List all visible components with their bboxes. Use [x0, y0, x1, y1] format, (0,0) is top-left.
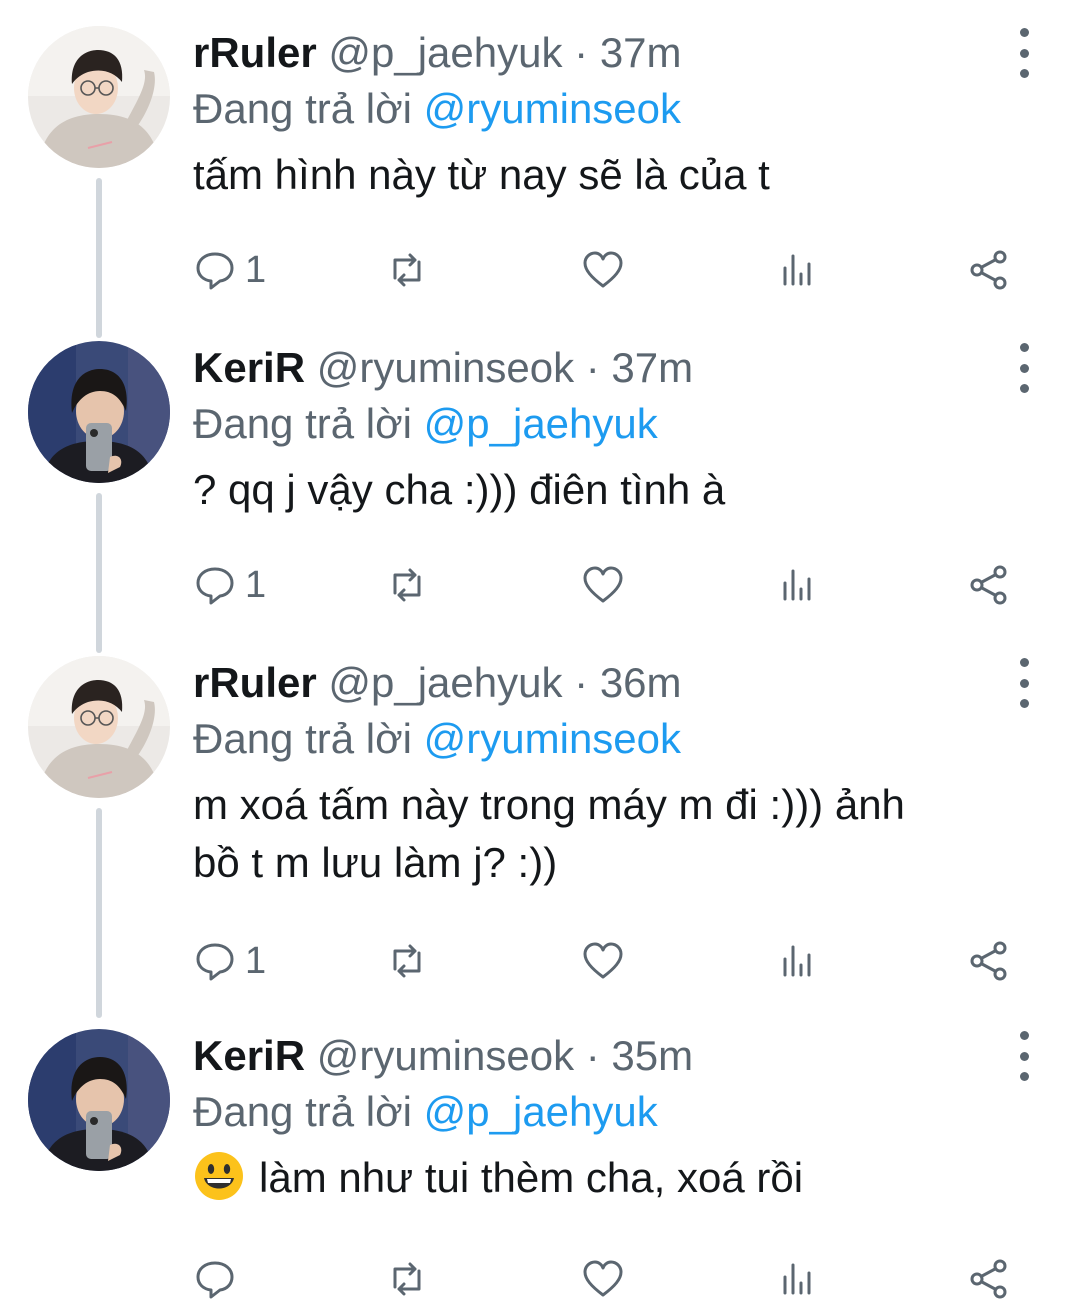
views-icon: [783, 254, 811, 286]
reply-prefix: Đang trả lời: [193, 400, 412, 447]
tweet-header: KeriR @ryuminseok · 37m: [193, 341, 1033, 395]
tweet-text: tấm hình này từ nay sẽ là của t: [193, 151, 770, 198]
reply-icon: [196, 943, 234, 981]
tweet-text: ? qq j vậy cha :))) điên tình à: [193, 466, 726, 513]
avatar-rruler: [28, 26, 170, 168]
reply-context: Đang trả lời @ryuminseok: [193, 710, 1033, 768]
retweet-button[interactable]: [385, 244, 429, 296]
tweet-text-line: bồ t m lưu làm j? :)): [193, 839, 558, 886]
mention-link[interactable]: @p_jaehyuk: [424, 1088, 658, 1135]
avatar[interactable]: [28, 341, 170, 483]
mention-link[interactable]: @ryuminseok: [424, 85, 681, 132]
display-name[interactable]: KeriR: [193, 344, 305, 391]
tweet-text: m xoá tấm này trong máy m đi :))) ảnh bồ…: [193, 776, 1033, 892]
mention-link[interactable]: @p_jaehyuk: [424, 400, 658, 447]
reply-prefix: Đang trả lời: [193, 85, 412, 132]
tweet[interactable]: rRuler @p_jaehyuk · 36m Đang trả lời @ry…: [0, 630, 1080, 1010]
reply-icon: [196, 567, 234, 605]
like-icon: [583, 942, 623, 979]
avatar-kerir: [28, 341, 170, 483]
reply-icon: [196, 1261, 234, 1299]
reply-button[interactable]: [193, 1253, 245, 1305]
action-bar: [193, 1253, 1023, 1305]
avatar-kerir: [28, 1029, 170, 1171]
tweet[interactable]: KeriR @ryuminseok · 37m Đang trả lời @p_…: [0, 315, 1080, 635]
share-button[interactable]: [967, 559, 1011, 611]
retweet-icon: [393, 944, 421, 978]
action-bar: 1: [193, 244, 1023, 296]
timestamp[interactable]: · 37m: [586, 344, 693, 391]
avatar[interactable]: [28, 656, 170, 798]
handle[interactable]: @ryuminseok: [317, 344, 574, 391]
display-name[interactable]: rRuler: [193, 659, 317, 706]
views-button[interactable]: [775, 935, 819, 987]
reply-count: 1: [245, 939, 267, 982]
retweet-button[interactable]: [385, 1253, 429, 1305]
views-icon: [783, 1263, 811, 1295]
avatar[interactable]: [28, 26, 170, 168]
reply-icon: [196, 252, 234, 290]
tweet-text-content: làm như tui thèm cha, xoá rồi: [259, 1154, 804, 1201]
like-button[interactable]: [581, 1253, 625, 1305]
retweet-icon: [393, 568, 421, 602]
action-bar: 1: [193, 559, 1023, 611]
like-button[interactable]: [581, 559, 625, 611]
views-icon: [783, 945, 811, 977]
views-button[interactable]: [775, 559, 819, 611]
reply-count: 1: [245, 563, 267, 606]
reply-context: Đang trả lời @p_jaehyuk: [193, 395, 1033, 453]
tweet[interactable]: KeriR @ryuminseok · 35m Đang trả lời @p_…: [0, 1003, 1080, 1311]
tweet-header: KeriR @ryuminseok · 35m: [193, 1029, 1033, 1083]
avatar-rruler: [28, 656, 170, 798]
tweet-text: làm như tui thèm cha, xoá rồi: [193, 1149, 1033, 1207]
like-button[interactable]: [581, 244, 625, 296]
share-icon: [970, 565, 1007, 605]
like-icon: [583, 566, 623, 603]
views-button[interactable]: [775, 1253, 819, 1305]
reply-button[interactable]: 1: [193, 559, 266, 611]
display-name[interactable]: KeriR: [193, 1032, 305, 1079]
timestamp[interactable]: · 35m: [586, 1032, 693, 1079]
views-button[interactable]: [775, 244, 819, 296]
reply-count: 1: [245, 248, 267, 291]
reply-context: Đang trả lời @ryuminseok: [193, 80, 1033, 138]
tweet[interactable]: rRuler @p_jaehyuk · 37m Đang trả lời @ry…: [0, 0, 1080, 330]
like-button[interactable]: [581, 935, 625, 987]
share-button[interactable]: [967, 244, 1011, 296]
retweet-button[interactable]: [385, 559, 429, 611]
avatar[interactable]: [28, 1029, 170, 1171]
retweet-icon: [393, 253, 421, 287]
tweet-header: rRuler @p_jaehyuk · 37m: [193, 26, 1033, 80]
timestamp[interactable]: · 36m: [574, 659, 681, 706]
timestamp[interactable]: · 37m: [574, 29, 681, 76]
handle[interactable]: @p_jaehyuk: [328, 29, 562, 76]
like-icon: [583, 1260, 623, 1297]
mention-link[interactable]: @ryuminseok: [424, 715, 681, 762]
reply-context: Đang trả lời @p_jaehyuk: [193, 1083, 1033, 1141]
display-name[interactable]: rRuler: [193, 29, 317, 76]
like-icon: [583, 251, 623, 288]
retweet-icon: [393, 1262, 421, 1296]
tweet-header: rRuler @p_jaehyuk · 36m: [193, 656, 1033, 710]
handle[interactable]: @p_jaehyuk: [328, 659, 562, 706]
share-icon: [970, 250, 1007, 290]
share-button[interactable]: [967, 935, 1011, 987]
reply-button[interactable]: 1: [193, 935, 266, 987]
action-bar: 1: [193, 935, 1023, 987]
grinning-emoji: [195, 1152, 243, 1200]
share-icon: [970, 941, 1007, 981]
views-icon: [783, 569, 811, 601]
share-button[interactable]: [967, 1253, 1011, 1305]
reply-prefix: Đang trả lời: [193, 1088, 412, 1135]
retweet-button[interactable]: [385, 935, 429, 987]
share-icon: [970, 1259, 1007, 1299]
reply-button[interactable]: 1: [193, 244, 266, 296]
handle[interactable]: @ryuminseok: [317, 1032, 574, 1079]
reply-prefix: Đang trả lời: [193, 715, 412, 762]
tweet-text-line: m xoá tấm này trong máy m đi :))) ảnh: [193, 781, 905, 828]
